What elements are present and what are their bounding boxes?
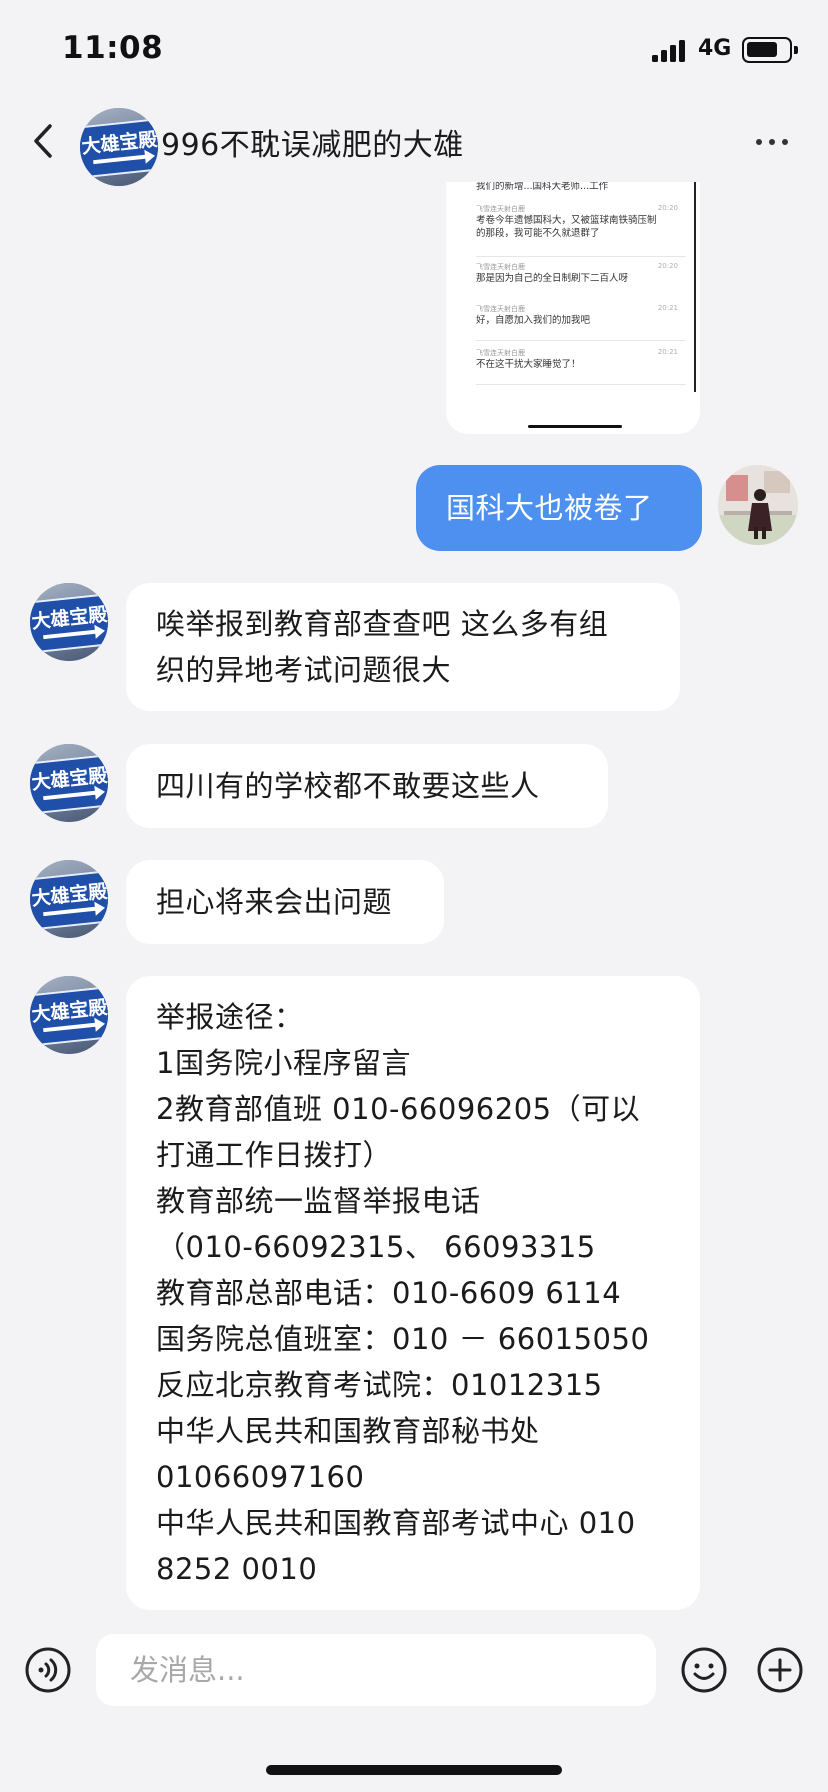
screenshot-home-bar <box>528 425 622 428</box>
contact-avatar[interactable]: 大雄宝殿 <box>30 744 108 822</box>
contact-avatar[interactable]: 大雄宝殿 <box>30 976 108 1054</box>
chat-header: 大雄宝殿 996不耽误减肥的大雄 <box>0 100 828 186</box>
voice-icon[interactable] <box>24 1646 72 1694</box>
my-avatar[interactable] <box>718 465 798 545</box>
screenshot-image: 我们的新增...国科大老师...工作 飞雪连天射白鹿 20:20 考卷今年遗憾国… <box>446 182 696 392</box>
message-bubble-outgoing[interactable]: 国科大也被卷了 <box>416 465 702 551</box>
status-bar: 11:08 4G <box>0 0 828 100</box>
message-bubble-incoming[interactable]: 四川有的学校都不敢要这些人 <box>126 744 608 828</box>
image-message[interactable]: 我们的新增...国科大老师...工作 飞雪连天射白鹿 20:20 考卷今年遗憾国… <box>446 182 700 434</box>
chat-title: 996不耽误减肥的大雄 <box>161 128 464 163</box>
more-icon[interactable] <box>752 126 792 156</box>
battery-icon <box>742 37 798 63</box>
home-indicator <box>266 1765 562 1775</box>
message-bubble-incoming[interactable]: 举报途径： 1国务院小程序留言 2教育部值班 010-66096205（可以 打… <box>126 976 700 1610</box>
contact-avatar[interactable]: 大雄宝殿 <box>30 583 108 661</box>
contact-avatar[interactable]: 大雄宝殿 <box>80 108 158 186</box>
back-icon[interactable] <box>26 116 66 166</box>
message-input[interactable] <box>96 1634 656 1706</box>
signal-icon <box>652 38 690 62</box>
emoji-icon[interactable] <box>680 1646 728 1694</box>
chat-screen: 11:08 4G 大雄宝殿 996不耽误减肥的大雄 我们的新增...国科大老师. <box>0 0 828 1792</box>
contact-avatar[interactable]: 大雄宝殿 <box>30 860 108 938</box>
add-icon[interactable] <box>756 1646 804 1694</box>
message-bubble-incoming[interactable]: 唉举报到教育部查查吧 这么多有组 织的异地考试问题很大 <box>126 583 680 711</box>
status-time: 11:08 <box>62 30 164 66</box>
message-bubble-incoming[interactable]: 担心将来会出问题 <box>126 860 444 944</box>
network-label: 4G <box>698 36 732 61</box>
